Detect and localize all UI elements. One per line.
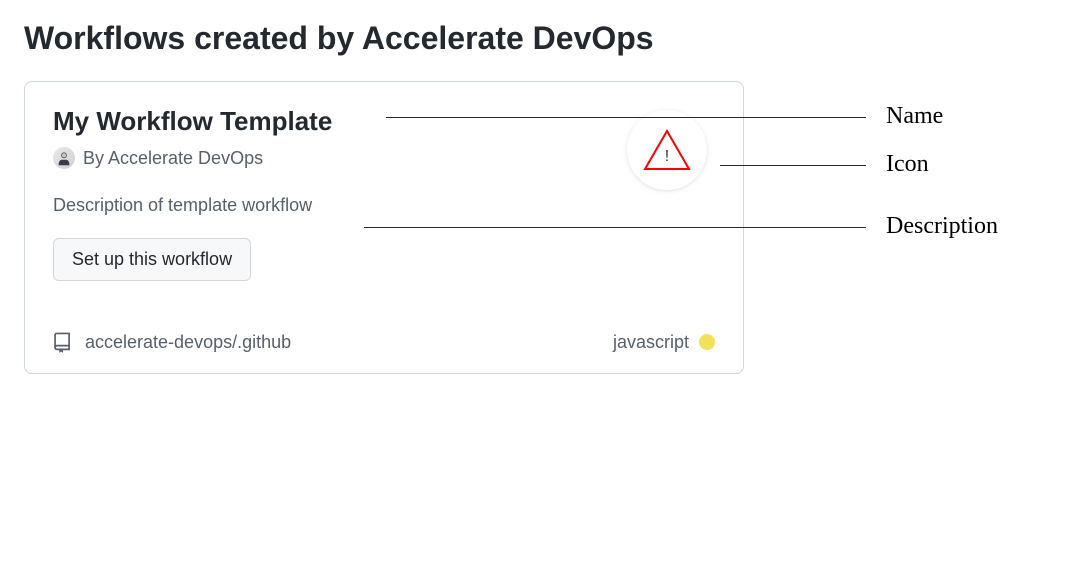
card-footer: accelerate-devops/.github javascript [53,325,715,353]
page-title: Workflows created by Accelerate DevOps [24,20,1051,57]
repo-name: accelerate-devops/.github [85,332,291,353]
annotation-label-name: Name [886,103,943,130]
card-header: My Workflow Template By Accelerate DevOp… [53,106,715,195]
annotation-line-description [364,227,866,228]
content-wrapper: My Workflow Template By Accelerate DevOp… [24,81,1051,374]
workflow-icon-badge: ! [627,110,707,190]
template-description: Description of template workflow [53,195,715,216]
language-name: javascript [613,332,689,353]
warning-triangle-icon: ! [643,129,691,171]
repo-icon [53,331,73,353]
language-dot-icon [699,334,715,350]
setup-workflow-button[interactable]: Set up this workflow [53,238,251,281]
repo-info: accelerate-devops/.github [53,331,291,353]
annotation-label-icon: Icon [886,151,929,178]
language-info: javascript [613,332,715,353]
annotation-line-name [386,117,866,118]
author-row: By Accelerate DevOps [53,147,627,169]
card-header-left: My Workflow Template By Accelerate DevOp… [53,106,627,195]
author-text: By Accelerate DevOps [83,148,263,169]
annotation-line-icon [720,165,866,166]
template-name: My Workflow Template [53,106,627,137]
svg-text:!: ! [665,148,669,165]
annotation-label-description: Description [886,213,998,240]
author-avatar-icon [53,147,75,169]
